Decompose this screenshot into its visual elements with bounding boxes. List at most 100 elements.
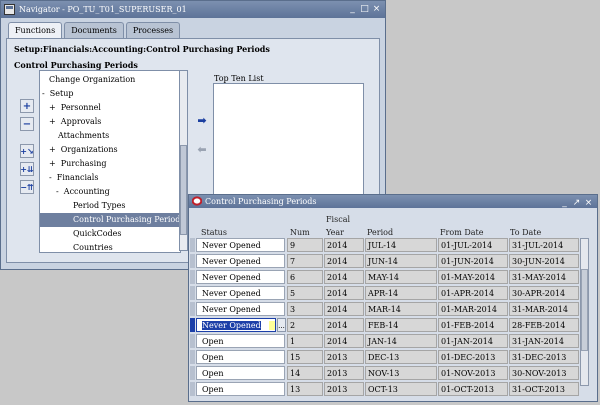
cell-to[interactable]: 31-MAY-2014 — [509, 270, 579, 284]
cell-year[interactable]: 2014 — [324, 318, 364, 332]
cell-from[interactable]: 01-OCT-2013 — [438, 382, 508, 396]
periods-scroll-thumb[interactable] — [581, 269, 588, 351]
cell-num[interactable]: 7 — [287, 254, 323, 268]
cell-year[interactable]: 2014 — [324, 254, 364, 268]
cell-status[interactable]: Open — [196, 334, 285, 348]
list-of-values-button[interactable]: ... — [277, 318, 286, 332]
cell-status[interactable]: Never Opened — [196, 254, 285, 268]
cell-status[interactable]: Open — [196, 382, 285, 396]
cell-status[interactable]: Never Opened — [196, 270, 285, 284]
cell-to[interactable]: 31-MAR-2014 — [509, 302, 579, 316]
child-maximize-icon[interactable]: ↗ — [571, 197, 582, 209]
cell-num[interactable]: 2 — [287, 318, 323, 332]
tree-item-control-purchasing-periods[interactable]: Control Purchasing Periods — [40, 213, 180, 227]
cell-from[interactable]: 01-JUN-2014 — [438, 254, 508, 268]
tab-functions[interactable]: Functions — [8, 22, 63, 39]
add-to-top-ten-icon[interactable]: ➡ — [194, 114, 210, 127]
child-close-icon[interactable]: × — [583, 197, 594, 209]
cell-to[interactable]: 31-OCT-2013 — [509, 382, 579, 396]
cell-num[interactable]: 13 — [287, 382, 323, 396]
tree-item-setup[interactable]: - Setup — [42, 87, 74, 101]
cell-period[interactable]: JUN-14 — [365, 254, 437, 268]
cell-year[interactable]: 2013 — [324, 350, 364, 364]
tree-item-countries[interactable]: Countries — [73, 241, 113, 252]
cell-num[interactable]: 6 — [287, 270, 323, 284]
remove-from-top-ten-icon[interactable]: ⬅ — [194, 143, 210, 156]
child-minimize-icon[interactable]: _ — [559, 197, 570, 209]
cell-from[interactable]: 01-MAR-2014 — [438, 302, 508, 316]
tree-item-approvals[interactable]: + Approvals — [49, 115, 101, 129]
cell-status[interactable]: Open — [196, 350, 285, 364]
cell-to[interactable]: 30-NOV-2013 — [509, 366, 579, 380]
cell-to[interactable]: 31-JAN-2014 — [509, 334, 579, 348]
cell-from[interactable]: 01-JAN-2014 — [438, 334, 508, 348]
tree-scrollbar[interactable] — [179, 70, 188, 251]
cell-num[interactable]: 1 — [287, 334, 323, 348]
expand-all-icon[interactable]: +⇊ — [20, 162, 34, 176]
tree-item-quickcodes[interactable]: QuickCodes — [73, 227, 122, 241]
row-selector[interactable] — [190, 350, 195, 364]
cell-year[interactable]: 2014 — [324, 238, 364, 252]
expand-branch-icon[interactable]: +↘ — [20, 144, 34, 158]
tab-documents[interactable]: Documents — [64, 22, 124, 38]
cell-year[interactable]: 2014 — [324, 270, 364, 284]
cell-from[interactable]: 01-JUL-2014 — [438, 238, 508, 252]
expand-icon[interactable]: + — [20, 99, 34, 113]
cell-period[interactable]: FEB-14 — [365, 318, 437, 332]
cell-year[interactable]: 2014 — [324, 302, 364, 316]
row-selector[interactable] — [190, 334, 195, 348]
cell-period[interactable]: APR-14 — [365, 286, 437, 300]
cell-num[interactable]: 3 — [287, 302, 323, 316]
function-tree[interactable]: Change Organization - Setup + Personnel … — [39, 70, 181, 253]
current-row-indicator[interactable] — [190, 318, 195, 332]
cell-num[interactable]: 15 — [287, 350, 323, 364]
cell-to[interactable]: 31-DEC-2013 — [509, 350, 579, 364]
row-selector[interactable] — [190, 254, 195, 268]
cell-status[interactable]: Never Opened — [196, 302, 285, 316]
row-selector[interactable] — [190, 238, 195, 252]
tree-item-attachments[interactable]: Attachments — [58, 129, 109, 143]
cell-num[interactable]: 14 — [287, 366, 323, 380]
cell-status[interactable]: Never Opened — [196, 238, 285, 252]
cell-period[interactable]: JUL-14 — [365, 238, 437, 252]
collapse-icon[interactable]: − — [20, 117, 34, 131]
row-selector[interactable] — [190, 302, 195, 316]
cell-period[interactable]: MAY-14 — [365, 270, 437, 284]
child-title-bar[interactable]: Control Purchasing Periods _ ↗ × — [189, 195, 597, 208]
maximize-icon[interactable]: □ — [359, 3, 370, 15]
row-selector[interactable] — [190, 286, 195, 300]
cell-status[interactable]: Open — [196, 366, 285, 380]
cell-from[interactable]: 01-DEC-2013 — [438, 350, 508, 364]
tree-item-period-types[interactable]: Period Types — [73, 199, 125, 213]
cell-to[interactable]: 31-JUL-2014 — [509, 238, 579, 252]
tree-scroll-thumb[interactable] — [180, 145, 187, 235]
cell-year[interactable]: 2013 — [324, 366, 364, 380]
tree-item-organizations[interactable]: + Organizations — [49, 143, 118, 157]
cell-to[interactable]: 30-JUN-2014 — [509, 254, 579, 268]
periods-scrollbar[interactable] — [580, 238, 589, 386]
cell-num[interactable]: 5 — [287, 286, 323, 300]
tree-item-purchasing[interactable]: + Purchasing — [49, 157, 107, 171]
cell-period[interactable]: NOV-13 — [365, 366, 437, 380]
cell-year[interactable]: 2013 — [324, 382, 364, 396]
close-icon[interactable]: × — [371, 3, 382, 15]
cell-status[interactable]: Never Opened — [196, 286, 285, 300]
cell-from[interactable]: 01-NOV-2013 — [438, 366, 508, 380]
cell-year[interactable]: 2014 — [324, 286, 364, 300]
cell-period[interactable]: DEC-13 — [365, 350, 437, 364]
collapse-all-icon[interactable]: −⇈ — [20, 180, 34, 194]
cell-from[interactable]: 01-FEB-2014 — [438, 318, 508, 332]
minimize-icon[interactable]: _ — [347, 3, 358, 15]
cell-period[interactable]: JAN-14 — [365, 334, 437, 348]
navigator-title-bar[interactable]: Navigator - PO_TU_T01_SUPERUSER_01 _ □ × — [1, 1, 385, 18]
tree-item-change-organization[interactable]: Change Organization — [49, 73, 135, 87]
row-selector[interactable] — [190, 366, 195, 380]
tree-item-accounting[interactable]: - Accounting — [56, 185, 110, 199]
tab-processes[interactable]: Processes — [125, 22, 181, 38]
cell-period[interactable]: OCT-13 — [365, 382, 437, 396]
cell-period[interactable]: MAR-14 — [365, 302, 437, 316]
cell-num[interactable]: 9 — [287, 238, 323, 252]
tree-item-personnel[interactable]: + Personnel — [49, 101, 101, 115]
row-selector[interactable] — [190, 270, 195, 284]
cell-to[interactable]: 30-APR-2014 — [509, 286, 579, 300]
